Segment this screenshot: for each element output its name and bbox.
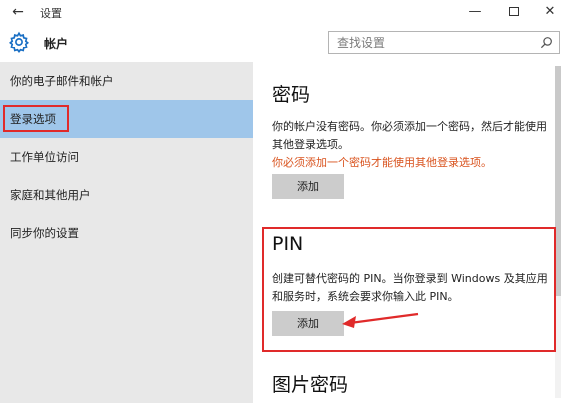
password-heading: 密码 xyxy=(272,84,311,106)
picture-password-heading: 图片密码 xyxy=(272,374,349,396)
window-title: 设置 xyxy=(40,7,62,20)
sidebar-item-label: 工作单位访问 xyxy=(10,150,79,164)
sidebar-item-work-access[interactable]: 工作单位访问 xyxy=(0,138,253,176)
sidebar-selection-highlight-box xyxy=(3,105,69,132)
title-bar: ← 设置 — ✕ xyxy=(0,0,569,24)
search-box[interactable] xyxy=(328,31,560,54)
gear-icon xyxy=(8,31,30,53)
sidebar-item-family-users[interactable]: 家庭和其他用户 xyxy=(0,176,253,214)
pin-description: 创建可替代密码的 PIN。当你登录到 Windows 及其应用和服务时，系统会要… xyxy=(272,272,548,303)
password-description: 你的帐户没有密码。你必须添加一个密码，然后才能使用其他登录选项。 xyxy=(272,120,547,151)
close-button[interactable]: ✕ xyxy=(532,0,568,24)
search-input[interactable] xyxy=(329,32,535,53)
maximize-icon xyxy=(509,7,519,16)
close-icon: ✕ xyxy=(544,4,556,19)
sidebar-item-label: 家庭和其他用户 xyxy=(10,188,91,202)
minimize-icon: — xyxy=(468,4,482,19)
sidebar: 你的电子邮件和帐户 登录选项 工作单位访问 家庭和其他用户 同步你的设置 xyxy=(0,62,253,403)
search-icon[interactable] xyxy=(540,36,553,49)
red-arrow-icon xyxy=(342,312,419,328)
back-button[interactable]: ← xyxy=(8,2,28,22)
sidebar-item-email-accounts[interactable]: 你的电子邮件和帐户 xyxy=(0,62,253,100)
add-password-button[interactable]: 添加 xyxy=(272,174,344,199)
page-header: 帐户 xyxy=(0,24,569,62)
sidebar-item-sync-settings[interactable]: 同步你的设置 xyxy=(0,214,253,252)
add-pin-button[interactable]: 添加 xyxy=(272,311,344,336)
pin-heading: PIN xyxy=(272,233,304,255)
minimize-button[interactable]: — xyxy=(457,0,493,24)
sidebar-item-label: 你的电子邮件和帐户 xyxy=(10,74,114,88)
page-title: 帐户 xyxy=(44,37,69,51)
back-arrow-icon: ← xyxy=(12,4,24,20)
maximize-button[interactable] xyxy=(496,0,532,24)
password-warning: 你必须添加一个密码才能使用其他登录选项。 xyxy=(272,156,492,169)
sidebar-item-label: 同步你的设置 xyxy=(10,226,79,240)
